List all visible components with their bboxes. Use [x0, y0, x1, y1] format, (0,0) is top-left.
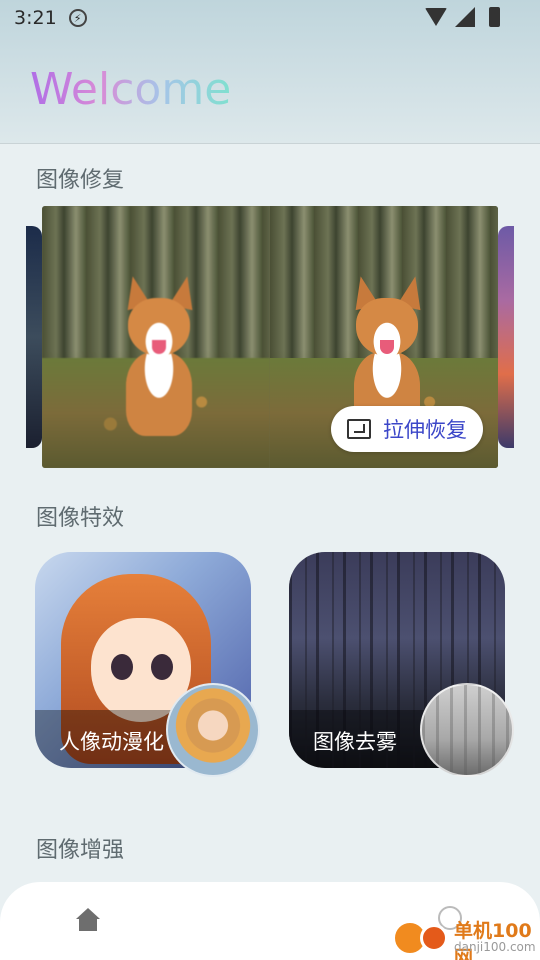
- watermark-url: danji100.com: [454, 940, 536, 954]
- wifi-icon: [425, 8, 447, 26]
- status-icons: [425, 7, 500, 27]
- before-image: [42, 206, 270, 468]
- stretch-restore-button[interactable]: 拉伸恢复: [331, 406, 483, 452]
- sync-icon: ⚡: [68, 9, 87, 27]
- dehaze-source-thumbnail: [420, 683, 514, 777]
- stretch-restore-label: 拉伸恢复: [383, 418, 467, 442]
- corgi-image: [116, 273, 206, 436]
- welcome-title: Welcome: [30, 64, 232, 115]
- carousel-next-card[interactable]: [498, 226, 514, 448]
- watermark-logo: [420, 924, 448, 952]
- anime-eye: [111, 654, 133, 680]
- section-title-restore: 图像修复: [36, 168, 125, 193]
- section-title-effects: 图像特效: [36, 506, 125, 531]
- battery-icon: [489, 7, 500, 27]
- home-icon[interactable]: [76, 908, 100, 932]
- watermark: 单机100网 danji100.com: [392, 914, 540, 960]
- anime-eye: [151, 654, 173, 680]
- section-title-enhance: 图像增强: [36, 838, 125, 863]
- carousel-prev-card[interactable]: [26, 226, 42, 448]
- stretch-restore-icon: [347, 419, 371, 439]
- anime-source-thumbnail: [166, 683, 260, 777]
- status-time: 3:21: [14, 7, 57, 29]
- status-bar: 3:21 ⚡: [0, 0, 540, 36]
- cell-signal-icon: [455, 7, 475, 27]
